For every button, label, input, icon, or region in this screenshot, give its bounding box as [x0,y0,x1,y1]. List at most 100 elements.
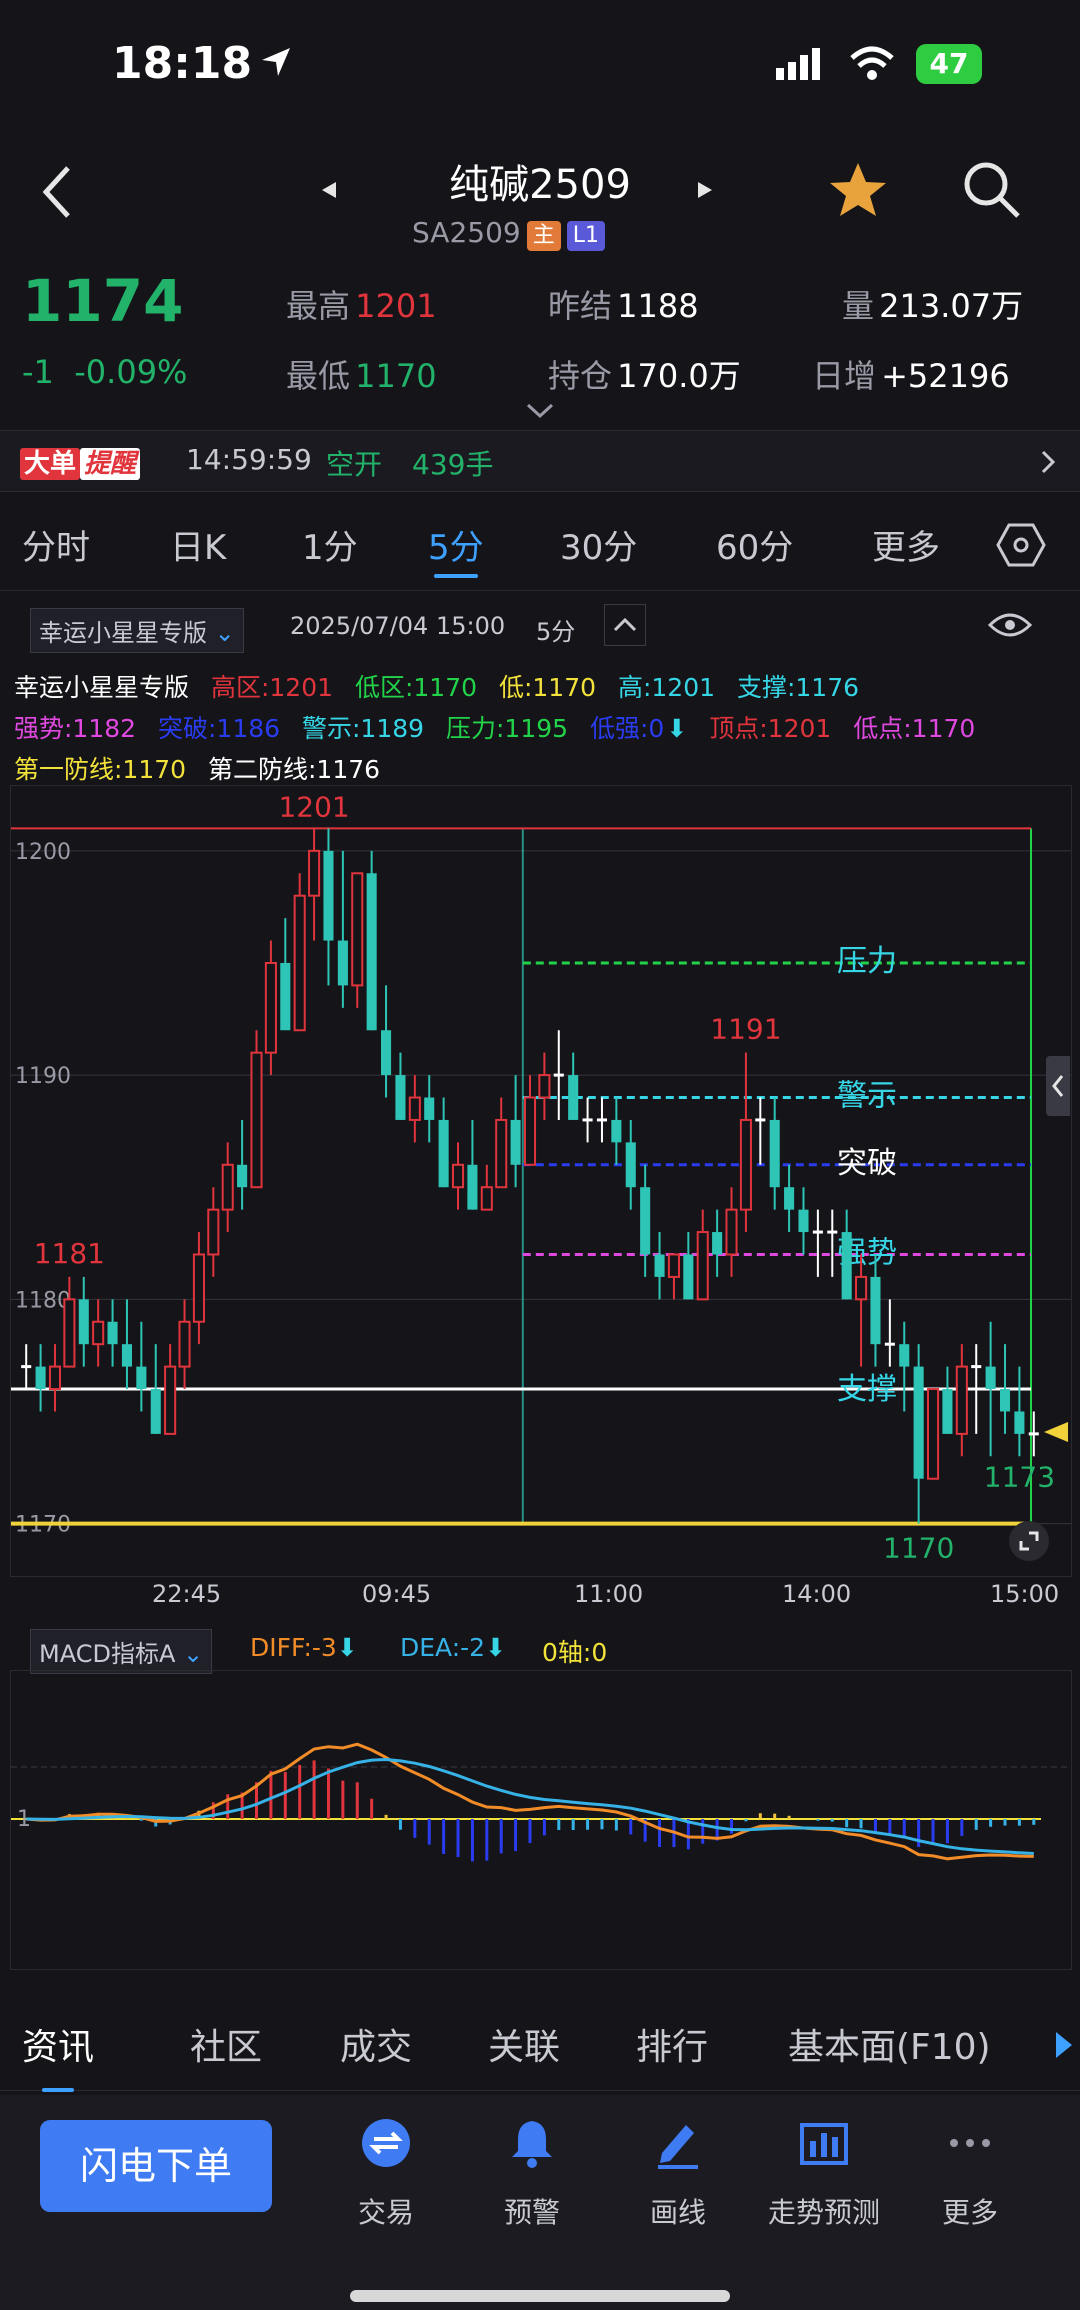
candle-body [280,962,291,1031]
search-icon[interactable] [962,160,1022,220]
bell-icon [512,2121,552,2168]
legend-warning: 警示:1189 [302,714,425,743]
trade-icon [362,2119,410,2167]
nav-header: 纯碱2509 SA2509 主 L1 [0,140,1080,251]
info-tabs: 资讯 社区 成交 关联 排行 基本面(F10) [0,1990,1080,2092]
draw-tool[interactable]: 画线 [608,2115,748,2231]
candle-body [667,1253,680,1278]
chart-datetime: 2025/07/04 15:00 [290,612,506,640]
prev-settle-value: 1188 [617,287,699,325]
chart-period: 5分 [536,618,576,646]
candle-body [35,1366,46,1390]
prev-settle-label: 昨结 [548,287,613,325]
macd-selector[interactable]: MACD指标A ⌄ [30,1629,213,1674]
candle-body [798,1209,809,1233]
alert-tool[interactable]: 预警 [462,2115,602,2231]
candle-body [250,1051,263,1189]
indicator-selector[interactable]: 幸运小星星专版 ⌄ [30,608,244,653]
candle-body [784,1187,795,1210]
legend-row-2: 强势:1182 突破:1186 警示:1189 压力:1195 低强:0⬇ 顶点… [14,714,976,743]
tab-fundamentals[interactable]: 基本面(F10) [788,2018,991,2070]
tab-60min[interactable]: 60分 [716,520,793,569]
big-order-alert[interactable]: 大单 提醒 14:59:59 空开 439手 [0,430,1080,492]
bottom-toolbar: 闪电下单 交易 预警 画线 走势预测 更多 [0,2095,1080,2310]
settings-hexagon-icon[interactable] [996,522,1046,568]
x-tick: 11:00 [574,1580,644,1608]
volume-value: 213.07万 [879,287,1024,325]
x-tick: 14:00 [782,1580,852,1608]
location-arrow-icon [262,48,290,76]
tab-5min[interactable]: 5分 [428,520,484,578]
next-contract-icon[interactable] [696,180,716,200]
candle-body [913,1366,924,1479]
side-panel-toggle[interactable] [1046,1056,1070,1116]
forecast-tool[interactable]: 走势预测 [754,2115,894,2231]
tab-timeshare[interactable]: 分时 [22,520,90,569]
eye-icon[interactable] [988,610,1032,640]
legend-low: 低:1170 [498,673,597,702]
candle-body [769,1119,780,1188]
candle-body [78,1299,89,1345]
candle-body [178,1320,191,1368]
macd-selector-label: MACD指标A [39,1640,176,1668]
tab-30min[interactable]: 30分 [560,520,637,569]
candle-body [611,1119,622,1143]
candle-body [955,1365,968,1435]
tab-daily[interactable]: 日K [170,520,226,569]
tabs-scroll-right-icon[interactable] [1054,2030,1074,2060]
legend-high: 高:1201 [617,673,716,702]
tab-community[interactable]: 社区 [190,2018,262,2070]
alert-tag-remind: 提醒 [80,448,141,480]
candle-body [927,1388,940,1480]
candle-body [150,1389,161,1434]
forecast-label: 走势预测 [767,2196,880,2229]
tab-more[interactable]: 更多 [872,520,940,569]
signal-icon [776,48,820,80]
candle-body [381,1030,392,1076]
collapse-button[interactable] [604,604,646,646]
candle-body [725,1208,738,1256]
legend-support: 支撑:1176 [736,673,860,702]
candle-body [467,1164,478,1210]
expand-chevron-icon[interactable] [526,403,554,419]
more-label: 更多 [941,2196,998,2229]
open-interest-field: 持仓 170.0万 [548,351,741,397]
candle-body [207,1208,220,1256]
macd-diff: DIFF:-3⬇ [250,1633,358,1662]
candle-body [568,1075,579,1120]
tab-ranking[interactable]: 排行 [636,2018,708,2070]
candle-body [136,1366,147,1390]
trade-tool[interactable]: 交易 [316,2115,456,2231]
tab-related[interactable]: 关联 [488,2018,560,2070]
star-icon[interactable] [828,160,888,220]
tab-news[interactable]: 资讯 [22,2018,94,2092]
flash-order-button[interactable]: 闪电下单 [40,2120,272,2212]
x-tick: 09:45 [362,1580,432,1608]
candle-body [293,894,306,1032]
candle-body [855,1275,868,1301]
macd-chart[interactable]: 1 [10,1670,1072,1970]
tab-trades[interactable]: 成交 [340,2018,412,2070]
fullscreen-button[interactable] [1009,1521,1049,1561]
trade-label: 交易 [357,2196,414,2229]
alert-tag-big: 大单 [20,448,81,480]
legend-name: 幸运小星星专版 [14,673,190,702]
tab-1min[interactable]: 1分 [302,520,358,569]
alert-tag: 大单 提醒 [20,443,141,480]
kline-chart[interactable]: 1200119011801170压力警示突破强势支撑12011191118111… [10,785,1072,1577]
candle-body [640,1187,651,1255]
open-interest-label: 持仓 [548,357,613,395]
annotation-min: 1170 [883,1532,954,1565]
candle-body [351,872,364,987]
chevron-up-icon [613,617,637,632]
pen-icon [658,2125,698,2169]
more-tool[interactable]: 更多 [900,2115,1040,2231]
annotation-1191: 1191 [710,1013,781,1046]
kline-svg: 1200119011801170压力警示突破强势支撑12011191118111… [11,790,1071,1565]
indicator-bar: 幸运小星星专版 ⌄ 2025/07/04 15:00 5分 [0,600,1080,660]
candle-body [538,1074,551,1099]
legend-strong: 强势:1182 [14,714,137,743]
last-price: 1174 [22,267,184,335]
macd-bar: MACD指标A ⌄ DIFF:-3⬇ DEA:-2⬇ 0轴:0 [0,1625,1080,1675]
contract-title: 纯碱2509 [449,162,631,208]
